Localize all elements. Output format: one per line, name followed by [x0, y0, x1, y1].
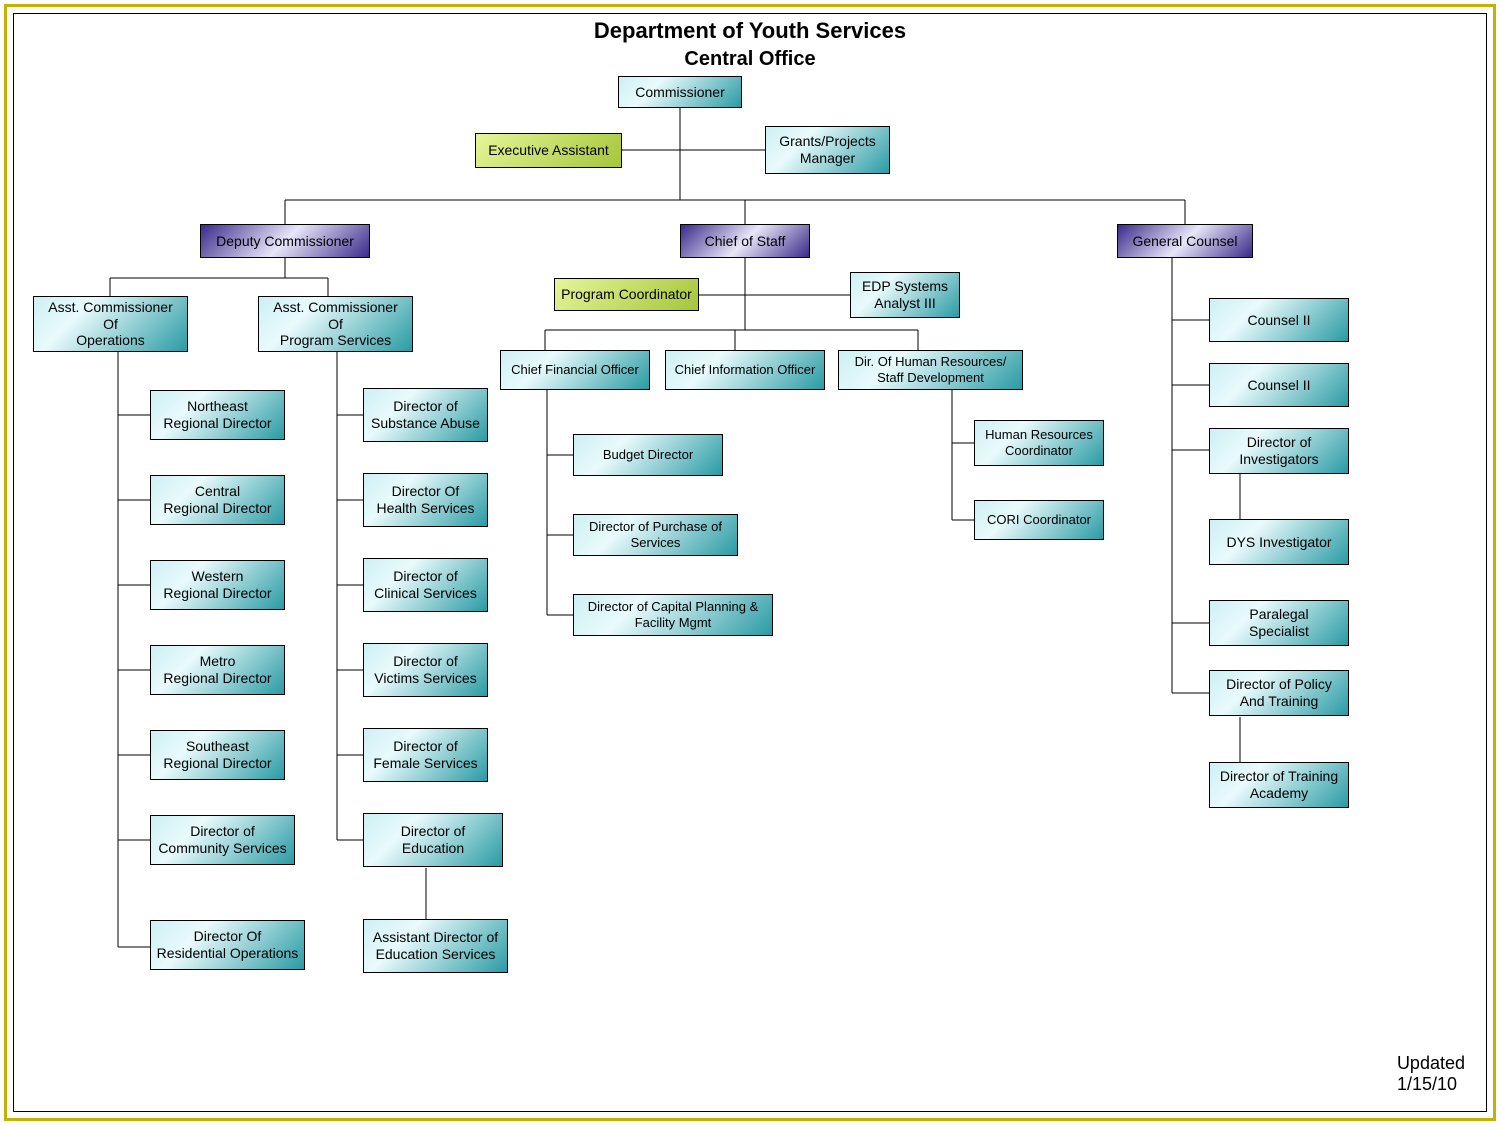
node-hr-dir: Dir. Of Human Resources/ Staff Developme… — [838, 350, 1023, 390]
node-substance-abuse: Director of Substance Abuse — [363, 388, 488, 442]
node-northeast-dir: Northeast Regional Director — [150, 390, 285, 440]
node-metro-dir: Metro Regional Director — [150, 645, 285, 695]
node-cori: CORI Coordinator — [974, 500, 1104, 540]
node-western-dir: Western Regional Director — [150, 560, 285, 610]
node-residential-ops: Director Of Residential Operations — [150, 920, 305, 970]
node-dys-investigator: DYS Investigator — [1209, 519, 1349, 565]
node-capital-planning: Director of Capital Planning & Facility … — [573, 594, 773, 636]
page-title-2: Central Office — [0, 48, 1500, 71]
footer-updated-date: 1/15/10 — [1397, 1074, 1457, 1094]
node-paralegal: Paralegal Specialist — [1209, 600, 1349, 646]
node-community-svc: Director of Community Services — [150, 815, 295, 865]
node-health-svc: Director Of Health Services — [363, 473, 488, 527]
node-female-svc: Director of Female Services — [363, 728, 488, 782]
node-asst-comm-prog: Asst. Commissioner Of Program Services — [258, 296, 413, 352]
node-cio: Chief Information Officer — [665, 350, 825, 390]
node-commissioner: Commissioner — [618, 76, 742, 108]
node-policy-training: Director of Policy And Training — [1209, 670, 1349, 716]
footer-updated: Updated 1/15/10 — [1397, 1053, 1465, 1095]
node-hr-coord: Human Resources Coordinator — [974, 420, 1104, 466]
node-training-academy: Director of Training Academy — [1209, 762, 1349, 808]
node-southeast-dir: Southeast Regional Director — [150, 730, 285, 780]
node-investigators: Director of Investigators — [1209, 428, 1349, 474]
node-grants-manager: Grants/Projects Manager — [765, 126, 890, 174]
node-counsel-b: Counsel II — [1209, 363, 1349, 407]
node-victims-svc: Director of Victims Services — [363, 643, 488, 697]
node-asst-comm-ops: Asst. Commissioner Of Operations — [33, 296, 188, 352]
node-exec-assistant: Executive Assistant — [475, 133, 622, 168]
node-cfo: Chief Financial Officer — [500, 350, 650, 390]
node-edp-analyst: EDP Systems Analyst III — [850, 272, 960, 318]
footer-updated-label: Updated — [1397, 1053, 1465, 1073]
node-purchase: Director of Purchase of Services — [573, 514, 738, 556]
node-asst-education: Assistant Director of Education Services — [363, 919, 508, 973]
node-program-coordinator: Program Coordinator — [554, 278, 699, 311]
node-clinical-svc: Director of Clinical Services — [363, 558, 488, 612]
node-education: Director of Education — [363, 813, 503, 867]
node-counsel-a: Counsel II — [1209, 298, 1349, 342]
node-general-counsel: General Counsel — [1117, 224, 1253, 258]
page-title-1: Department of Youth Services — [0, 18, 1500, 44]
node-budget: Budget Director — [573, 434, 723, 476]
org-chart-page: { "header": { "title1": "Department of Y… — [0, 0, 1500, 1125]
node-central-dir: Central Regional Director — [150, 475, 285, 525]
node-deputy-commissioner: Deputy Commissioner — [200, 224, 370, 258]
node-chief-of-staff: Chief of Staff — [680, 224, 810, 258]
